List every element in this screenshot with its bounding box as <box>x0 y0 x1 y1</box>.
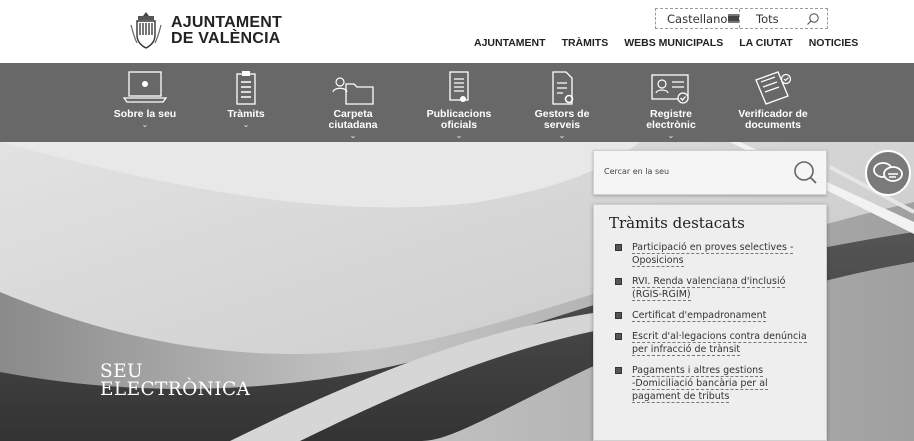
folder-icon <box>332 77 374 105</box>
service-label: Registre electrònic <box>646 108 696 131</box>
site-search[interactable]: Cercar en la seu <box>593 150 827 195</box>
chevron-down-icon: ⌄ <box>558 131 566 140</box>
service-carpeta-ciutadana[interactable]: Carpeta ciutadana ⌄ <box>305 63 401 142</box>
service-label: Sobre la seu <box>113 108 177 120</box>
list-item[interactable]: Participació en proves selectives - Oposi… <box>615 241 820 267</box>
clipboard-icon <box>236 71 256 105</box>
services-bar: Sobre la seu ⌄ Tràmits ⌄ Carpeta ciutadan… <box>0 63 914 142</box>
chevron-down-icon: ⌄ <box>141 120 149 129</box>
laptop-icon <box>122 71 168 103</box>
chevron-down-icon: ⌄ <box>242 120 250 129</box>
service-label: Gestors de serveis <box>534 108 590 131</box>
service-gestors-de-serveis[interactable]: Gestors de serveis ⌄ <box>514 63 610 142</box>
procedure-link[interactable]: RVI. Renda valenciana d'inclusió (RGIS-RG… <box>632 275 786 301</box>
service-label: Verificador de documents <box>738 108 808 131</box>
service-label: Carpeta ciutadana <box>328 108 378 131</box>
list-item[interactable]: Certificat d'empadronament <box>615 309 820 322</box>
list-item[interactable]: RVI. Renda valenciana d'inclusió (RGIS-RG… <box>615 275 820 301</box>
bullet-icon <box>615 244 622 251</box>
id-card-check-icon <box>651 74 689 104</box>
site-header: AJUNTAMENT DE VALÈNCIA Castellano Tots A… <box>0 0 914 62</box>
search-input[interactable]: Cercar en la seu <box>604 167 669 176</box>
search-scope-label[interactable]: Tots <box>756 12 779 26</box>
logo-line-1: AJUNTAMENT <box>171 14 283 31</box>
bullet-icon <box>615 367 622 374</box>
bullet-icon <box>615 278 622 285</box>
chevron-down-icon: ⌄ <box>349 131 357 140</box>
bullet-icon <box>615 312 622 319</box>
chevron-down-icon: ⌄ <box>667 131 675 140</box>
bullet-icon <box>615 333 622 340</box>
list-item[interactable]: Escrit d'al·legacions contra denúncia per… <box>615 330 820 356</box>
top-navigation: AJUNTAMENT TRÀMITS WEBS MUNICIPALS LA CI… <box>474 37 858 49</box>
procedure-link[interactable]: Pagaments i altres gestions -Domiciliació… <box>632 364 768 403</box>
language-selector[interactable]: Castellano <box>656 9 740 28</box>
search-icon[interactable] <box>806 12 820 26</box>
search-icon[interactable] <box>789 158 819 188</box>
chat-bubbles-icon <box>873 162 903 182</box>
coat-of-arms-icon <box>130 12 162 49</box>
city-logo[interactable]: AJUNTAMENT DE VALÈNCIA <box>129 11 282 51</box>
service-tramits[interactable]: Tràmits ⌄ <box>198 63 294 142</box>
service-verificador-de-documents[interactable]: Verificador de documents <box>725 63 821 142</box>
language-and-search-box: Castellano Tots <box>655 8 828 29</box>
service-registre-electronic[interactable]: Registre electrònic ⌄ <box>623 63 719 142</box>
nav-item-tramits[interactable]: TRÀMITS <box>562 37 609 49</box>
procedure-link[interactable]: Escrit d'al·legacions contra denúncia per… <box>632 330 807 356</box>
document-award-icon <box>449 71 469 102</box>
logo-text: AJUNTAMENT DE VALÈNCIA <box>171 15 282 47</box>
procedure-link[interactable]: Participació en proves selectives - Oposi… <box>632 241 794 267</box>
hero-banner: SEU ELECTRÒNICA Cercar en la seu Tràmits… <box>0 142 914 441</box>
chevron-down-icon: ⌄ <box>455 131 463 140</box>
logo-line-2: DE VALÈNCIA <box>171 30 281 47</box>
list-item[interactable]: Pagaments i altres gestions -Domiciliació… <box>615 364 820 403</box>
nav-item-ajuntament[interactable]: AJUNTAMENT <box>474 37 546 49</box>
featured-procedures-title: Tràmits destacats <box>609 214 745 232</box>
nav-item-noticies[interactable]: NOTICIES <box>809 37 859 49</box>
chat-button[interactable] <box>865 150 911 196</box>
language-label: Castellano <box>667 11 728 26</box>
flag-icon <box>728 14 739 23</box>
nav-item-la-ciutat[interactable]: LA CIUTAT <box>739 37 792 49</box>
documents-check-icon <box>755 71 792 105</box>
featured-procedures-list: Participació en proves selectives - Oposi… <box>615 241 820 411</box>
service-label: Publicacions oficials <box>426 108 492 131</box>
document-gear-icon <box>552 71 574 105</box>
nav-item-webs-municipals[interactable]: WEBS MUNICIPALS <box>624 37 723 49</box>
procedure-link[interactable]: Certificat d'empadronament <box>632 309 767 322</box>
featured-procedures-panel: Tràmits destacats Participació en proves… <box>593 204 827 441</box>
hero-title: SEU ELECTRÒNICA <box>100 362 251 400</box>
hero-title-line-2: ELECTRÒNICA <box>100 379 251 400</box>
service-label: Tràmits <box>227 108 265 120</box>
service-publicacions-oficials[interactable]: Publicacions oficials ⌄ <box>411 63 507 142</box>
service-sobre-la-seu[interactable]: Sobre la seu ⌄ <box>97 63 193 142</box>
